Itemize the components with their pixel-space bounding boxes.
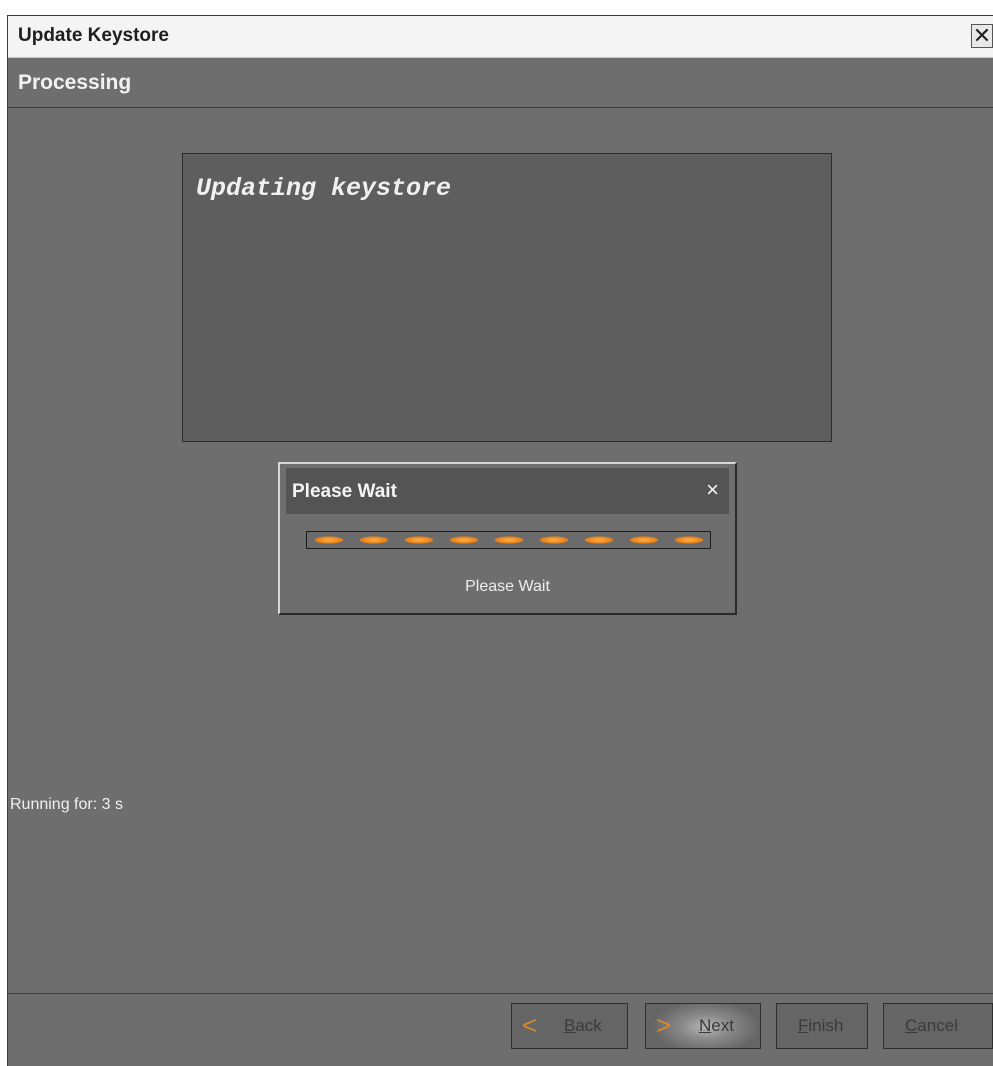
back-button-label: Back: [564, 1016, 602, 1035]
window-titlebar: Update Keystore ✕: [8, 16, 993, 58]
footer-divider: [8, 993, 993, 994]
cancel-button-label: Cancel: [905, 1016, 958, 1035]
next-button-label: Next: [699, 1016, 734, 1035]
window-title: Update Keystore: [18, 25, 169, 46]
chevron-right-icon: >: [656, 1010, 672, 1040]
cancel-button[interactable]: Cancel: [883, 1003, 993, 1049]
please-wait-dialog: Please Wait × Please Wait: [278, 462, 737, 615]
update-keystore-window: Update Keystore ✕ Processing Updating ke…: [7, 15, 993, 1066]
output-console: Updating keystore: [182, 153, 832, 442]
dialog-title: Please Wait: [292, 481, 397, 502]
step-header: Processing: [8, 58, 993, 108]
finish-button-label: Finish: [798, 1016, 844, 1035]
dialog-close-icon[interactable]: ×: [706, 477, 719, 503]
running-time-label: Running for: 3 s: [10, 796, 123, 813]
console-message: Updating keystore: [196, 174, 452, 203]
chevron-left-icon: <: [522, 1010, 538, 1040]
window-close-icon[interactable]: ✕: [971, 24, 993, 48]
finish-button[interactable]: Finish: [776, 1003, 868, 1049]
step-heading: Processing: [18, 71, 132, 94]
dialog-titlebar: Please Wait ×: [286, 468, 729, 514]
next-button[interactable]: > Next: [645, 1003, 761, 1049]
dialog-status-text: Please Wait: [465, 578, 550, 595]
progress-bar-fill: [307, 532, 710, 548]
indeterminate-progress-bar: [306, 531, 711, 549]
back-button[interactable]: < Back: [511, 1003, 628, 1049]
